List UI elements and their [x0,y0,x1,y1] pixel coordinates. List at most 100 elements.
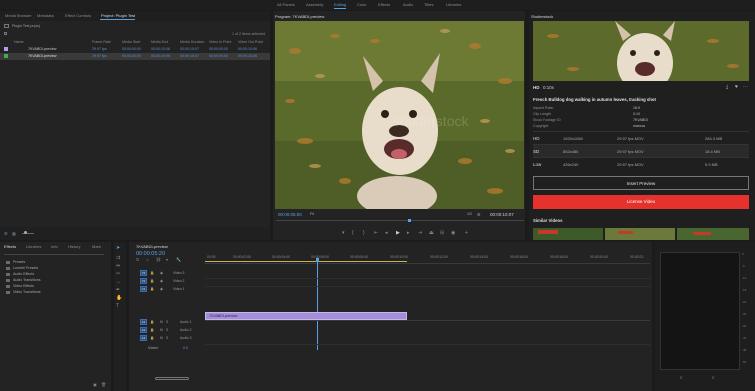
fx-folder[interactable]: Presets [6,260,25,264]
marker-icon[interactable]: ▾ [342,231,345,236]
tab-effect-controls[interactable]: Effect Controls [65,11,91,21]
workspace-tab[interactable]: Effects [378,0,390,10]
settings-icon[interactable]: 🔧 [176,258,181,262]
fx-folder[interactable]: Lumetri Presets [6,266,38,270]
add-marker-icon[interactable]: ▾ [166,258,168,262]
pen-tool-icon[interactable]: ✒ [116,288,120,293]
format-row-sd[interactable]: SD 852x480 29.97 fps MOV 18.4 MB [533,144,749,157]
mute-icon[interactable]: M [160,336,163,340]
track-target[interactable]: A3 [140,335,147,341]
hand-tool-icon[interactable]: ✋ [116,296,122,301]
work-area-bar[interactable] [205,261,407,262]
workspace-tab[interactable]: Libraries [446,0,461,10]
track-target[interactable]: V1 [140,286,147,292]
step-back-icon[interactable]: ◂ [385,231,388,236]
program-video-frame: shutterstock [275,21,524,209]
track-name: Video 1 [173,287,185,291]
go-to-out-icon[interactable]: ⇥ [418,231,422,236]
list-view-icon[interactable]: ☰ [4,231,8,236]
lock-icon[interactable]: 🔒 [150,336,154,340]
track-divider [205,278,650,279]
download-icon[interactable]: ⤓ [726,84,728,90]
row-name: 7KVABDI-preview [28,54,57,58]
track-target[interactable]: A1 [140,319,147,325]
snap-icon[interactable]: ⊂ [146,258,149,262]
eye-icon[interactable]: ◉ [160,287,163,291]
master-volume[interactable]: 0.0 [183,346,188,350]
effects-search[interactable] [4,251,104,255]
new-bin-icon[interactable]: ▣ [93,382,97,387]
favorite-icon[interactable]: ♥ [735,84,738,90]
tab-metadata[interactable]: Metadata [37,11,54,21]
wrench-icon[interactable]: ⚙ [477,212,481,217]
mute-icon[interactable]: M [160,320,163,324]
resolution-dropdown[interactable]: 1/2 [467,212,472,216]
format-row-low[interactable]: Low 426x240 29.97 fps MOV 5.9 MB [533,157,749,170]
razor-tool-icon[interactable]: ✂ [116,272,120,277]
fx-folder[interactable]: Video Transitions [6,290,41,294]
eye-icon[interactable]: ◉ [160,279,163,283]
out-point-icon[interactable]: } [363,231,365,236]
linked-icon[interactable]: ⛓ [156,258,161,262]
nest-icon[interactable]: ⊡ [136,258,139,262]
solo-icon[interactable]: S [166,328,168,332]
fx-folder[interactable]: Audio Effects [6,272,34,276]
workspace-tab-active[interactable]: Editing [334,0,347,10]
program-scrubber[interactable] [276,220,524,221]
ripple-edit-tool-icon[interactable]: ⇹ [116,264,120,269]
extract-icon[interactable]: ⊟ [440,231,444,236]
workspace-tab[interactable]: Titles [424,0,433,10]
step-forward-icon[interactable]: ▸ [407,231,410,236]
in-point-icon[interactable]: { [352,231,354,236]
slip-tool-icon[interactable]: ↔ [116,280,121,285]
video-track-headers: V3 🔒 ◉ Video 3 V2 🔒 ◉ Video 2 V1 🔒 ◉ Vid… [140,270,203,300]
tab-media-browser[interactable]: Media Browser [5,11,32,21]
insert-preview-button[interactable]: Insert Preview [533,176,749,190]
lock-icon[interactable]: 🔒 [150,279,154,283]
export-frame-icon[interactable]: ◉ [451,231,455,236]
workspace-tab[interactable]: Color [357,0,367,10]
mute-icon[interactable]: M [160,328,163,332]
add-button-icon[interactable]: + [465,231,468,236]
lock-icon[interactable]: 🔒 [150,320,154,324]
solo-icon[interactable]: S [166,336,168,340]
fx-folder[interactable]: Video Effects [6,284,34,288]
workspace-tab[interactable]: Assembly [306,0,323,10]
format-row-hd[interactable]: HD 1920x1080 29.97 fps MOV 284.3 MB [533,131,749,144]
track-target[interactable]: V3 [140,270,147,276]
similar-thumbnails[interactable] [533,228,749,240]
workspace-tab[interactable]: All Panels [277,0,295,10]
video-clip[interactable]: 7KVABDI-preview [205,312,407,320]
play-icon[interactable]: ▶ [396,231,400,236]
lock-icon[interactable]: 🔒 [150,328,154,332]
shutterstock-preview[interactable] [533,21,749,81]
lock-icon[interactable]: 🔒 [150,287,154,291]
solo-right-button[interactable]: S [712,376,714,380]
program-timecode[interactable]: 00:00:05:00 [278,212,302,217]
lift-icon[interactable]: ⏏ [429,231,434,236]
solo-left-button[interactable]: S [680,376,682,380]
go-to-in-icon[interactable]: ⇤ [374,231,378,236]
search-icon[interactable] [4,32,7,35]
table-row[interactable]: 7KVABDI-preview 29.97 fps 00;00;00;00 00… [0,46,270,53]
timeline-horizontal-scrollbar[interactable] [155,377,189,380]
zoom-slider-handle[interactable] [24,231,27,234]
track-select-tool-icon[interactable]: ⇉ [116,256,120,261]
table-row-selected[interactable]: 7KVABDI-preview 29.97 fps 00;00;00;00 00… [0,53,270,60]
lock-icon[interactable]: 🔒 [150,271,154,275]
eye-icon[interactable]: ◉ [160,271,163,275]
track-divider [205,344,650,345]
fit-dropdown[interactable]: Fit [310,212,314,216]
more-icon[interactable]: ⋯ [743,84,748,90]
workspace-tab[interactable]: Audio [403,0,413,10]
type-tool-icon[interactable]: T [116,304,119,309]
track-target[interactable]: V2 [140,278,147,284]
license-video-button[interactable]: License Video [533,195,749,209]
selection-tool-icon[interactable]: ➤ [116,246,120,251]
delete-icon[interactable]: 🗑 [101,382,106,387]
track-target[interactable]: A2 [140,327,147,333]
icon-view-icon[interactable]: ▦ [12,231,16,236]
fx-folder[interactable]: Audio Transitions [6,278,41,282]
solo-icon[interactable]: S [166,320,168,324]
program-playhead[interactable] [408,219,411,222]
